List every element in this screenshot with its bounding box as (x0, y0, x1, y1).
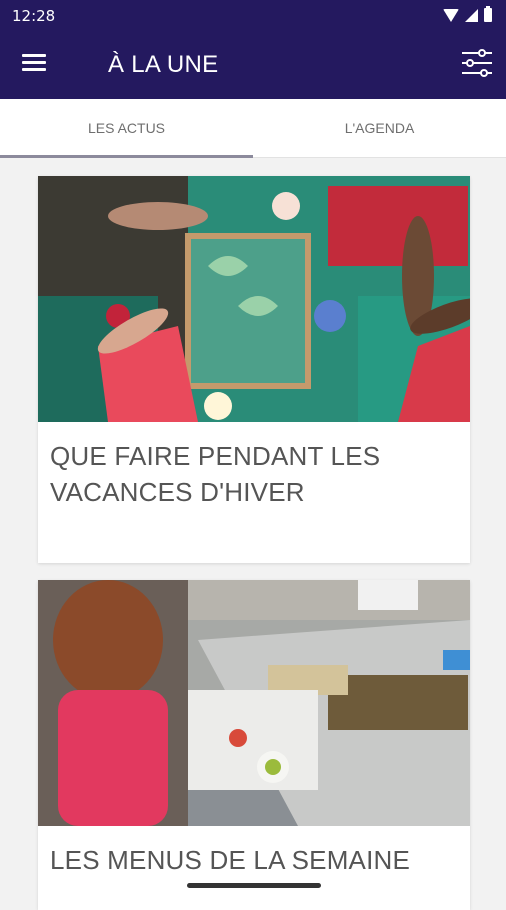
page-title: À LA UNE (108, 51, 219, 78)
status-icons (443, 6, 492, 22)
wifi-icon (443, 8, 459, 22)
status-bar: 12:28 (0, 0, 506, 32)
tab-agenda[interactable]: L'AGENDA (253, 99, 506, 157)
article-card[interactable]: QUE FAIRE PENDANT LES VACANCES D'HIVER (38, 176, 470, 563)
article-image-cafeteria (38, 580, 470, 826)
article-card[interactable]: LES MENUS DE LA SEMAINE (38, 580, 470, 910)
article-title: QUE FAIRE PENDANT LES VACANCES D'HIVER (50, 441, 381, 507)
filter-settings-icon[interactable] (460, 46, 494, 80)
signal-icon (465, 8, 478, 22)
gesture-navigation-bar[interactable] (187, 883, 321, 888)
article-image-crafts (38, 176, 470, 422)
battery-icon (484, 6, 492, 22)
tab-indicator (0, 155, 253, 158)
status-time: 12:28 (12, 7, 56, 25)
tab-bar: LES ACTUS L'AGENDA (0, 99, 506, 158)
menu-icon[interactable] (22, 52, 48, 74)
tab-les-actus[interactable]: LES ACTUS (0, 99, 253, 157)
article-title: LES MENUS DE LA SEMAINE (50, 845, 411, 875)
app-bar: 12:28 À LA UNE (0, 0, 506, 99)
